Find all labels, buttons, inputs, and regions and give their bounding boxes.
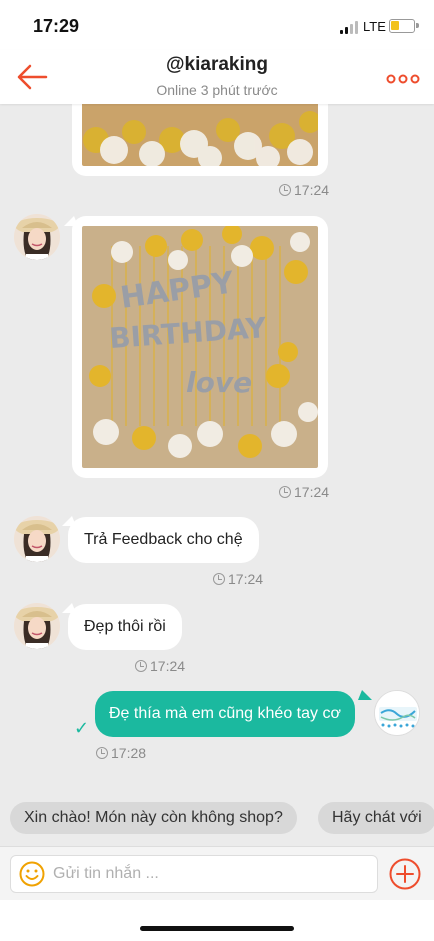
incoming-message[interactable]: Trả Feedback cho chệ <box>68 517 259 563</box>
clock-icon <box>279 486 291 498</box>
avatar[interactable] <box>14 603 60 649</box>
quick-reply-chip[interactable]: Hãy chát với <box>318 802 434 834</box>
message-list[interactable]: 17:24 HAPPY BIRTHDAY love 17:24 Trả Feed… <box>0 104 434 790</box>
home-area <box>0 900 434 941</box>
status-bar: 17:29 LTE <box>0 0 434 50</box>
my-avatar[interactable] <box>374 690 420 736</box>
balloon-photo[interactable] <box>82 104 318 166</box>
plus-icon[interactable] <box>389 858 421 890</box>
network-label: LTE <box>363 19 386 34</box>
chat-partner-name: @kiaraking <box>166 54 268 75</box>
clock-icon <box>213 573 225 585</box>
clock-icon <box>96 747 108 759</box>
status-time: 17:29 <box>33 16 80 36</box>
svg-text:love: love <box>186 366 252 399</box>
clock-icon <box>135 660 147 672</box>
emoji-icon[interactable] <box>19 861 45 887</box>
composer: Gửi tin nhắn ... <box>0 846 434 900</box>
avatar[interactable] <box>14 516 60 562</box>
home-indicator[interactable] <box>140 926 294 931</box>
quick-reply-bar: Xin chào! Món này còn không shop? Hãy ch… <box>0 796 434 840</box>
online-status: Online 3 phút trước <box>156 82 278 98</box>
bubble-tail <box>358 690 372 700</box>
message-time: 17:24 <box>279 484 329 500</box>
avatar[interactable] <box>14 214 60 260</box>
birthday-balloon-photo[interactable]: HAPPY BIRTHDAY love <box>82 226 318 468</box>
message-time: 17:24 <box>135 658 185 674</box>
message-time: 17:24 <box>213 571 263 587</box>
check-icon: ✓ <box>74 718 90 738</box>
more-dots-icon[interactable] <box>386 72 420 84</box>
message-time: 17:24 <box>279 182 329 198</box>
image-message[interactable] <box>72 104 328 176</box>
quick-reply-chip[interactable]: Xin chào! Món này còn không shop? <box>10 802 297 834</box>
image-message[interactable]: HAPPY BIRTHDAY love <box>72 216 328 478</box>
chat-header: @kiaraking Online 3 phút trước <box>0 50 434 104</box>
clock-icon <box>279 184 291 196</box>
incoming-message[interactable]: Đẹp thôi rồi <box>68 604 182 650</box>
message-time: 17:28 <box>96 745 146 761</box>
battery-icon <box>389 19 419 33</box>
signal-icon <box>340 20 360 34</box>
outgoing-message[interactable]: Đẹ thía mà em cũng khéo tay cơ <box>95 691 355 737</box>
message-placeholder: Gửi tin nhắn ... <box>53 865 159 882</box>
message-input[interactable]: Gửi tin nhắn ... <box>10 855 378 893</box>
